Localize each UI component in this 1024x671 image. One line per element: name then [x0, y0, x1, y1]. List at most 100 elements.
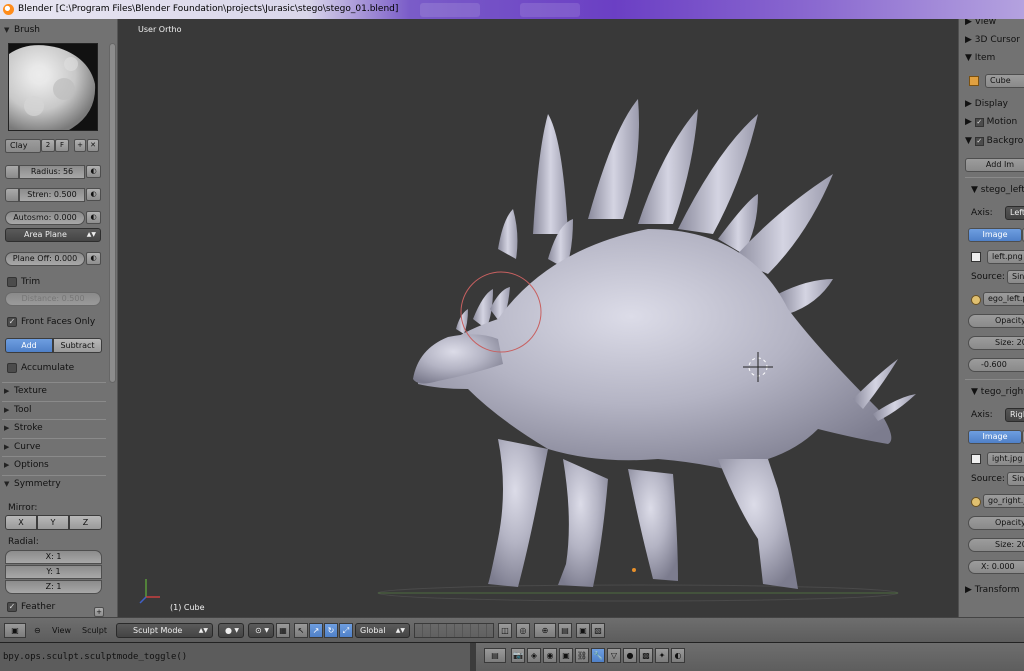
scene-context-icon[interactable]: ◈ [527, 648, 541, 663]
left-image-file-field[interactable]: left.png [987, 250, 1024, 264]
add-button[interactable]: Add [5, 338, 53, 353]
mode-dropdown[interactable]: Sculpt Mode ▲▼ [116, 623, 213, 638]
subtract-button[interactable]: Subtract [53, 338, 102, 353]
right-image-file-field[interactable]: ight.jpg [987, 452, 1024, 466]
layer-buttons[interactable] [414, 623, 494, 638]
strength-pressure-icon[interactable]: ◐ [86, 188, 101, 201]
lock-camera-icon[interactable]: ◫ [498, 623, 512, 638]
orientation-dropdown[interactable]: Global ▲▼ [355, 623, 410, 638]
add-brush-icon[interactable]: + [74, 139, 86, 152]
right-source-dropdown[interactable]: Sing [1007, 472, 1024, 486]
radial-y-field[interactable]: Y: 1 [5, 565, 102, 579]
render-anim-icon[interactable]: ▧ [591, 623, 605, 638]
transform-panel-header[interactable]: ▶ Transform [965, 585, 1020, 595]
left-bg-header[interactable]: ▼ stego_left [971, 185, 1024, 195]
right-axis-dropdown[interactable]: Righ [1005, 408, 1024, 422]
left-opacity-field[interactable]: Opacity: [968, 314, 1024, 328]
proportional-edit-icon[interactable]: ◎ [516, 623, 530, 638]
rotate-icon[interactable]: ↻ [324, 623, 338, 638]
view-menu[interactable]: View [52, 623, 71, 638]
brush-users-count[interactable]: 2 [41, 139, 55, 152]
front-faces-only-checkbox[interactable]: ✓ [7, 317, 17, 327]
background-panel-header[interactable]: ▼ ✓ Backgro [965, 136, 1023, 146]
render-icon[interactable]: ▣ [576, 623, 590, 638]
item-panel-header[interactable]: ▼ Item [965, 53, 995, 63]
brush-preview[interactable] [8, 43, 98, 131]
active-object-label: (1) Cube [170, 603, 205, 612]
data-context-icon[interactable]: ▽ [607, 648, 621, 663]
trim-checkbox[interactable] [7, 277, 17, 287]
left-filepath-field[interactable]: ego_left.p [983, 292, 1024, 306]
brush-name-field[interactable]: Clay [5, 139, 41, 153]
mirror-y-toggle[interactable]: Y [37, 515, 69, 530]
add-image-button[interactable]: Add Im [965, 158, 1024, 172]
curve-panel-header[interactable]: ▶ Curve [4, 439, 104, 455]
constraints-icon[interactable]: ⛓ [575, 648, 589, 663]
left-source-dropdown[interactable]: Sing [1007, 270, 1024, 284]
left-offset-field[interactable]: -0.600 [968, 358, 1024, 372]
3d-cursor-panel-header[interactable]: ▶ 3D Cursor [965, 35, 1020, 45]
sculpt-plane-dropdown[interactable]: Area Plane ▲▼ [5, 228, 101, 242]
options-panel-header[interactable]: ▶ Options [4, 457, 104, 473]
layers-icon[interactable]: ▦ [276, 623, 290, 638]
brush-panel-header[interactable]: ▼ Brush [4, 22, 104, 38]
manipulator-icon[interactable]: ↖ [294, 623, 308, 638]
material-icon[interactable]: ● [623, 648, 637, 663]
3d-viewport[interactable]: User Ortho (1) Cube [118, 19, 958, 617]
snap-icon[interactable]: ⊕ [534, 623, 556, 638]
right-filepath-field[interactable]: go_right.jp [983, 494, 1024, 508]
texture-icon[interactable]: ▩ [639, 648, 653, 663]
left-size-field[interactable]: Size: 20 [968, 336, 1024, 350]
autosmooth-field[interactable]: Autosmo: 0.000 [5, 211, 85, 225]
object-context-icon[interactable]: ▣ [559, 648, 573, 663]
right-size-field[interactable]: Size: 20 [968, 538, 1024, 552]
accumulate-checkbox[interactable] [7, 363, 17, 373]
python-console[interactable]: bpy.ops.sculpt.sculptmode_toggle() [0, 643, 470, 671]
editor-type-icon[interactable]: ▤ [484, 648, 506, 663]
mirror-z-toggle[interactable]: Z [69, 515, 102, 530]
left-image-tab[interactable]: Image [968, 228, 1022, 242]
sculpt-menu[interactable]: Sculpt [82, 623, 107, 638]
particles-icon[interactable]: ✦ [655, 648, 669, 663]
pivot-dropdown[interactable]: ⊙ ▼ [248, 623, 274, 638]
physics-icon[interactable]: ◐ [671, 648, 685, 663]
expand-plus-icon[interactable]: + [94, 607, 104, 617]
plane-offset-pressure-icon[interactable]: ◐ [86, 252, 101, 265]
collapse-menus-icon[interactable]: ⊖ [34, 623, 41, 638]
tool-panel-header[interactable]: ▶ Tool [4, 402, 104, 418]
right-image-tab[interactable]: Image [968, 430, 1022, 444]
strength-lock-icon[interactable] [5, 188, 19, 202]
scale-icon[interactable]: ⤢ [339, 623, 353, 638]
radius-pressure-icon[interactable]: ◐ [86, 165, 101, 178]
left-axis-dropdown[interactable]: Left [1005, 206, 1024, 220]
texture-panel-header[interactable]: ▶ Texture [4, 383, 104, 399]
remove-brush-icon[interactable]: ✕ [87, 139, 99, 152]
motion-panel-header[interactable]: ▶ ✓ Motion [965, 117, 1017, 127]
plane-offset-field[interactable]: Plane Off: 0.000 [5, 252, 85, 266]
stroke-panel-header[interactable]: ▶ Stroke [4, 420, 104, 436]
render-context-icon[interactable]: 📷 [511, 648, 525, 663]
autosmooth-pressure-icon[interactable]: ◐ [86, 211, 101, 224]
world-context-icon[interactable]: ◉ [543, 648, 557, 663]
strength-field[interactable]: Stren: 0.500 [19, 188, 85, 202]
symmetry-panel-header[interactable]: ▼ Symmetry [4, 476, 104, 492]
radial-z-field[interactable]: Z: 1 [5, 580, 102, 594]
radial-x-field[interactable]: X: 1 [5, 550, 102, 564]
editor-type-icon[interactable]: ▣ [4, 623, 26, 638]
radius-field[interactable]: Radius: 56 [19, 165, 85, 179]
snap-target-icon[interactable]: ▤ [558, 623, 572, 638]
modifiers-icon[interactable]: 🔧 [591, 648, 605, 663]
mirror-x-toggle[interactable]: X [5, 515, 37, 530]
right-bg-header[interactable]: ▼ tego_right [971, 387, 1024, 397]
right-offset-field[interactable]: X: 0.000 [968, 560, 1024, 574]
fake-user-button[interactable]: F [55, 139, 69, 152]
view-panel-header[interactable]: ▶ View [965, 19, 996, 27]
feather-checkbox[interactable]: ✓ [7, 602, 17, 612]
translate-icon[interactable]: ↗ [309, 623, 323, 638]
right-opacity-field[interactable]: Opacity: [968, 516, 1024, 530]
pressure-lock-icon[interactable] [5, 165, 19, 179]
item-name-field[interactable]: Cube [985, 74, 1024, 88]
shading-dropdown[interactable]: ● ▼ [218, 623, 244, 638]
tool-shelf-scrollbar[interactable] [109, 43, 116, 383]
display-panel-header[interactable]: ▶ Display [965, 99, 1008, 109]
